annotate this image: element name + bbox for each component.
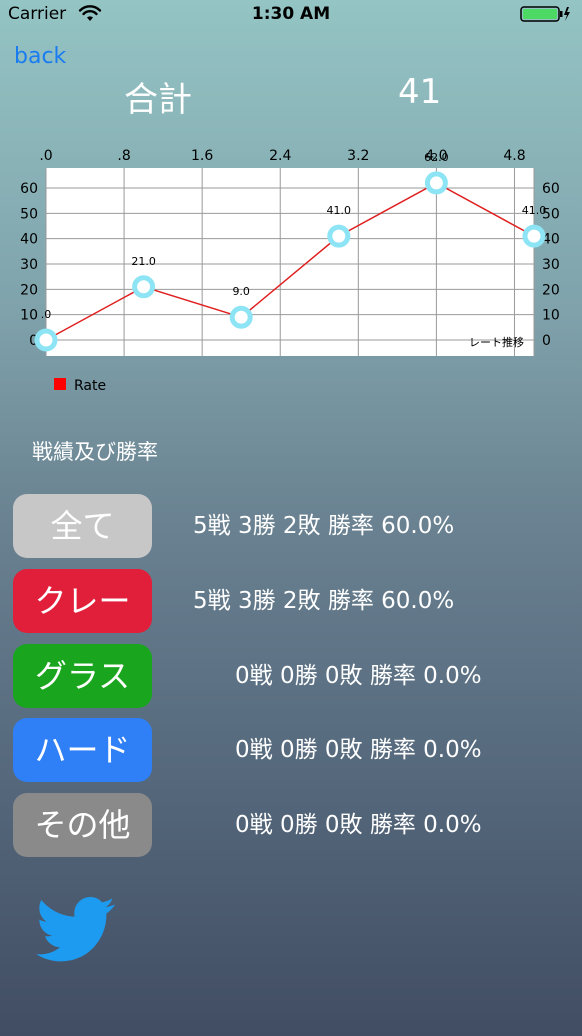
all-record-text: 5戦 3勝 2敗 勝率 60.0%	[193, 513, 455, 539]
x-tick-label: .0	[39, 148, 52, 164]
section-title: 戦績及び勝率	[32, 440, 158, 464]
grass-surface-button[interactable]: グラス	[13, 644, 152, 708]
hard-surface-button[interactable]: ハード	[13, 718, 152, 782]
data-label: 41.0	[522, 204, 547, 217]
data-label: 41.0	[327, 204, 352, 217]
x-tick-label: .8	[117, 148, 130, 164]
rate-point	[424, 171, 448, 195]
y-tick-label-right: 30	[542, 257, 560, 273]
total-value: 41	[398, 72, 442, 112]
legend-label-rate: Rate	[74, 378, 106, 394]
rate-chart: .0.8 1.6 2.4 3.2 4.0 4.8 0102030405060 010203…	[20, 148, 560, 394]
clay-record-text: 5戦 3勝 2敗 勝率 60.0%	[193, 588, 455, 614]
twitter-icon[interactable]	[36, 896, 116, 964]
all-surface-button[interactable]: 全て	[13, 494, 152, 558]
y-tick-label-right: 60	[542, 181, 560, 197]
y-tick-label-left: 40	[20, 232, 38, 248]
y-tick-label-left: 30	[20, 257, 38, 273]
data-label: 9.0	[232, 285, 250, 298]
hard-record-text: 0戦 0勝 0敗 勝率 0.0%	[235, 737, 482, 763]
y-tick-label-left: 20	[20, 282, 38, 298]
rate-point	[522, 224, 546, 248]
y-tick-label-right: 0	[542, 333, 551, 349]
y-tick-label-left: 10	[20, 308, 38, 324]
data-label: 62.0	[424, 151, 449, 164]
grass-record-text: 0戦 0勝 0敗 勝率 0.0%	[235, 663, 482, 689]
record-row-grass: グラス 0戦 0勝 0敗 勝率 0.0%	[13, 644, 573, 708]
record-row-clay: クレー 5戦 3勝 2敗 勝率 60.0%	[13, 569, 573, 633]
y-axis-left-ticks: 0102030405060	[20, 181, 38, 349]
rate-point	[229, 305, 253, 329]
clay-surface-button[interactable]: クレー	[13, 569, 152, 633]
y-tick-label-right: 20	[542, 282, 560, 298]
total-label: 合計	[124, 80, 192, 120]
legend-swatch-rate	[54, 378, 66, 390]
x-tick-label: 4.8	[503, 148, 525, 164]
rate-point	[327, 224, 351, 248]
x-tick-label: 1.6	[191, 148, 213, 164]
record-row-hard: ハード 0戦 0勝 0敗 勝率 0.0%	[13, 718, 573, 782]
back-button[interactable]: back	[14, 44, 66, 69]
y-tick-label-right: 10	[542, 308, 560, 324]
battery-icon	[520, 6, 570, 22]
chart-description: レート推移	[469, 335, 524, 349]
rate-point	[34, 328, 58, 352]
data-label: .0	[41, 308, 52, 321]
record-row-other: その他 0戦 0勝 0敗 勝率 0.0%	[13, 793, 573, 857]
y-tick-label-left: 60	[20, 181, 38, 197]
record-row-all: 全て 5戦 3勝 2敗 勝率 60.0%	[13, 494, 573, 558]
data-label: 21.0	[131, 255, 156, 268]
status-time: 1:30 AM	[251, 4, 331, 24]
x-tick-label: 2.4	[269, 148, 291, 164]
rate-point	[132, 275, 156, 299]
x-tick-label: 3.2	[347, 148, 369, 164]
x-axis-ticks: .0.8 1.6 2.4 3.2 4.0 4.8	[39, 148, 525, 164]
y-tick-label-left: 50	[20, 206, 38, 222]
other-record-text: 0戦 0勝 0敗 勝率 0.0%	[235, 812, 482, 838]
other-surface-button[interactable]: その他	[13, 793, 152, 857]
